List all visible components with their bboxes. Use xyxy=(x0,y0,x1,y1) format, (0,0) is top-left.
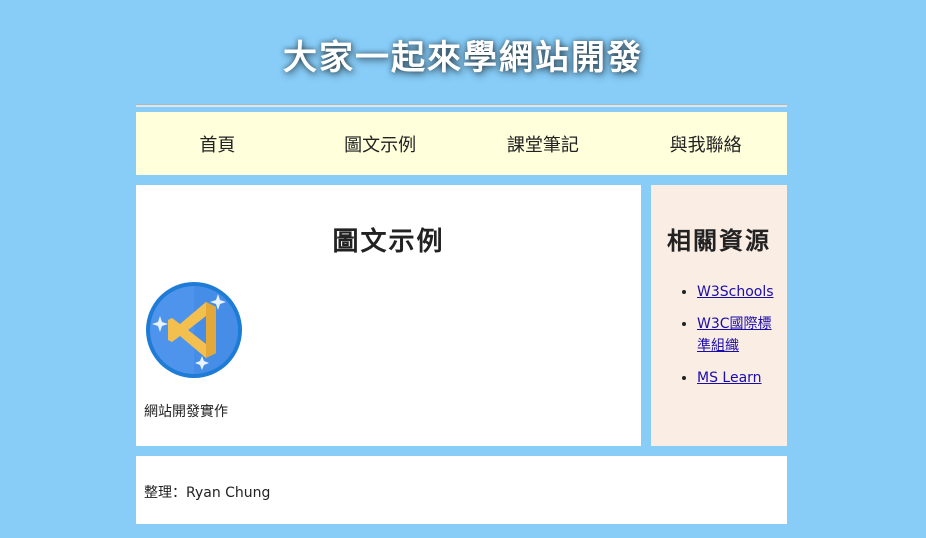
main-content: 圖文示例 網站開發實作 xyxy=(136,185,641,446)
site-footer: 整理：Ryan Chung xyxy=(136,456,787,524)
resources-sidebar: 相關資源 W3Schools W3C國際標準組織 MS Learn xyxy=(651,185,787,446)
list-item: W3C國際標準組織 xyxy=(697,313,775,357)
resource-links: W3Schools W3C國際標準組織 MS Learn xyxy=(669,281,775,399)
site-title: 大家一起來學網站開發 xyxy=(283,37,643,78)
main-nav: 首頁 圖文示例 課堂筆記 與我聯絡 xyxy=(136,112,787,175)
list-item: W3Schools xyxy=(697,281,775,303)
nav-item-home[interactable]: 首頁 xyxy=(136,131,299,157)
link-w3c[interactable]: W3C國際標準組織 xyxy=(697,316,772,354)
nav-item-contact[interactable]: 與我聯絡 xyxy=(624,131,787,157)
link-w3schools[interactable]: W3Schools xyxy=(697,284,774,300)
image-caption: 網站開發實作 xyxy=(144,404,228,420)
list-item: MS Learn xyxy=(697,367,775,389)
sidebar-title: 相關資源 xyxy=(667,226,771,255)
link-ms-learn[interactable]: MS Learn xyxy=(697,370,762,386)
vscode-logo-icon xyxy=(146,282,242,378)
header-divider xyxy=(136,104,787,107)
main-title: 圖文示例 xyxy=(332,227,445,257)
nav-item-examples[interactable]: 圖文示例 xyxy=(299,131,462,157)
site-header: 大家一起來學網站開發 xyxy=(0,0,926,104)
footer-credit: 整理：Ryan Chung xyxy=(144,485,271,501)
nav-item-notes[interactable]: 課堂筆記 xyxy=(462,131,625,157)
